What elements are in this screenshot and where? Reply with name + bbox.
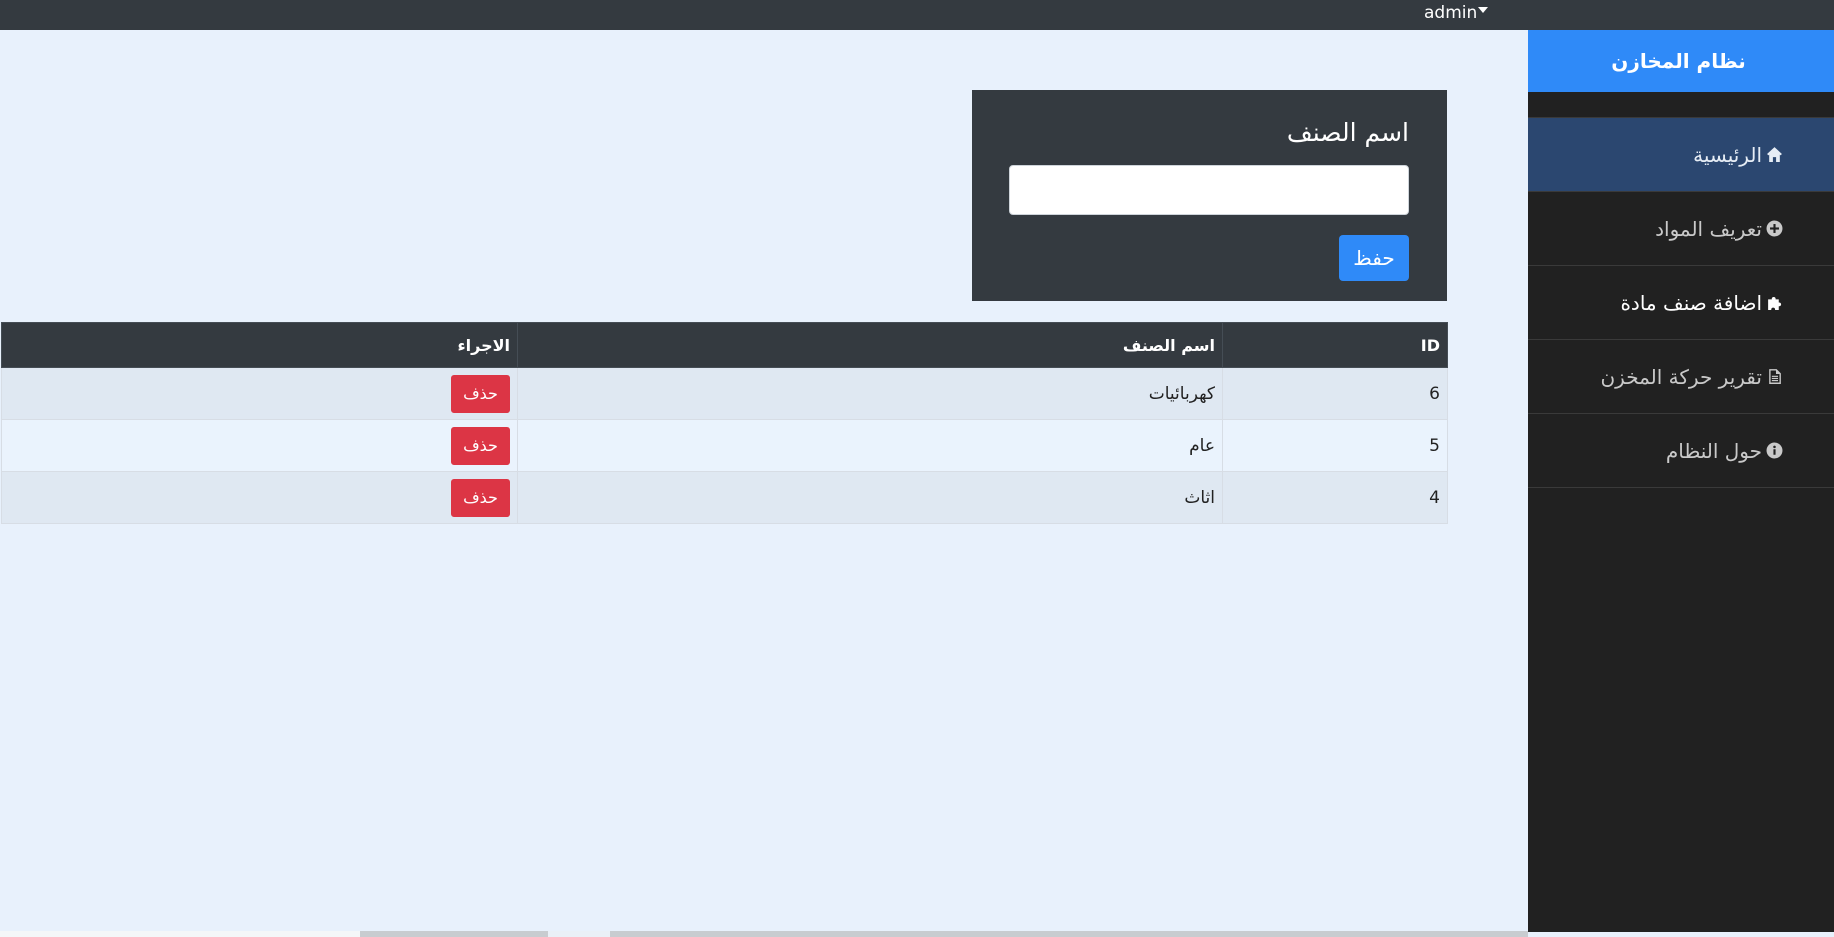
cell-action: حذف: [1, 471, 518, 524]
cell-name: كهربائيات: [517, 367, 1223, 420]
delete-button[interactable]: حذف: [451, 426, 510, 465]
sidebar-item-home[interactable]: الرئيسية: [1528, 118, 1834, 192]
category-form: اسم الصنف حفظ: [972, 90, 1447, 301]
info-circle-icon: [1764, 441, 1784, 461]
sidebar-item-label: تقرير حركة المخزن: [1600, 364, 1762, 389]
user-menu-dropdown[interactable]: admin: [1424, 3, 1489, 23]
cell-name: عام: [517, 419, 1223, 472]
category-name-input[interactable]: [1009, 165, 1409, 215]
save-button[interactable]: حفظ: [1339, 235, 1409, 281]
sidebar-item-label: حول النظام: [1665, 438, 1762, 463]
column-header-name[interactable]: اسم الصنف: [517, 322, 1223, 368]
sidebar-item-label: اضافة صنف مادة: [1620, 290, 1762, 315]
category-name-label: اسم الصنف: [1286, 118, 1409, 147]
cell-name: اثاث: [517, 471, 1223, 524]
sidebar-item-label: الرئيسية: [1693, 142, 1762, 167]
cell-action: حذف: [1, 419, 518, 472]
top-navbar: admin: [0, 0, 1834, 30]
column-header-action[interactable]: الاجراء: [1, 322, 518, 368]
scrollbar-track: [0, 931, 360, 937]
table-row: 4 اثاث حذف: [1, 471, 1448, 524]
file-text-icon: [1764, 367, 1784, 387]
cell-id: 4: [1222, 471, 1448, 524]
user-name: admin: [1424, 3, 1478, 23]
cell-id: 6: [1222, 367, 1448, 420]
table-row: 6 كهربائيات حذف: [1, 367, 1448, 420]
home-icon: [1764, 145, 1784, 165]
sidebar-item-define-materials[interactable]: تعريف المواد: [1528, 192, 1834, 266]
column-header-id[interactable]: ID: [1222, 322, 1448, 368]
sidebar-item-add-category[interactable]: اضافة صنف مادة: [1528, 266, 1834, 340]
delete-button[interactable]: حذف: [451, 478, 510, 517]
delete-button[interactable]: حذف: [451, 374, 510, 413]
scrollbar-thumb[interactable]: [548, 931, 610, 937]
puzzle-icon: [1764, 293, 1784, 313]
sidebar: نظام المخازن الرئيسية تعريف المواد اضافة…: [1528, 30, 1834, 932]
sidebar-item-label: تعريف المواد: [1655, 216, 1762, 241]
table-row: 5 عام حذف: [1, 419, 1448, 472]
horizontal-scrollbar[interactable]: [0, 931, 1528, 937]
caret-down-icon: [1478, 7, 1489, 13]
plus-circle-icon: [1764, 219, 1784, 239]
cell-action: حذف: [1, 367, 518, 420]
app-brand[interactable]: نظام المخازن: [1528, 30, 1834, 92]
sidebar-nav: الرئيسية تعريف المواد اضافة صنف مادة تقر…: [1528, 117, 1834, 488]
sidebar-item-inventory-report[interactable]: تقرير حركة المخزن: [1528, 340, 1834, 414]
sidebar-item-about[interactable]: حول النظام: [1528, 414, 1834, 488]
categories-table: ID اسم الصنف الاجراء 6 كهربائيات حذف 5 ع…: [1, 322, 1448, 524]
cell-id: 5: [1222, 419, 1448, 472]
table-header-row: ID اسم الصنف الاجراء: [1, 322, 1448, 368]
